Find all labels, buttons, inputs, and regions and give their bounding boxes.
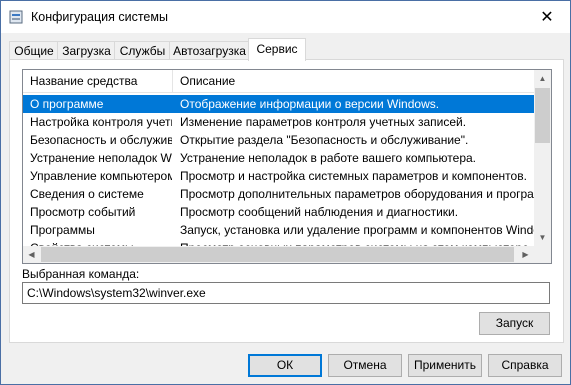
window-title: Конфигурация системы (31, 10, 168, 24)
tool-name: Сведения о системе (30, 187, 144, 201)
tool-row[interactable]: Просмотр событий Просмотр сообщений набл… (23, 203, 534, 221)
close-icon: ✕ (540, 9, 554, 26)
scroll-up-icon[interactable]: ▲ (534, 70, 551, 87)
launch-button[interactable]: Запуск (479, 312, 550, 335)
scrollbar-corner (534, 246, 551, 263)
tab-general[interactable]: Общие (9, 41, 59, 60)
tool-name: Программы (30, 223, 95, 237)
scroll-down-icon[interactable]: ▼ (534, 229, 551, 246)
apply-button[interactable]: Применить (408, 354, 482, 377)
tool-row[interactable]: Безопасность и обслужива... Открытие раз… (23, 131, 534, 149)
scroll-right-icon[interactable]: ▶ (517, 246, 534, 263)
vertical-scrollbar[interactable]: ▲ ▼ (534, 70, 551, 246)
tool-row[interactable]: Сведения о системе Просмотр дополнительн… (23, 185, 534, 203)
tool-row[interactable]: Управление компьютером Просмотр и настро… (23, 167, 534, 185)
system-configuration-window: Конфигурация системы ✕ Общие Загрузка Сл… (0, 0, 571, 385)
tool-name: Просмотр событий (30, 205, 136, 219)
tab-boot[interactable]: Загрузка (57, 41, 116, 60)
title-bar[interactable]: Конфигурация системы ✕ (1, 1, 570, 33)
msconfig-icon (9, 10, 23, 24)
tab-tools[interactable]: Сервис (248, 38, 306, 61)
close-button[interactable]: ✕ (524, 1, 570, 33)
tool-row[interactable]: Настройка контроля учетн... Изменение па… (23, 113, 534, 131)
scroll-left-icon[interactable]: ◀ (23, 246, 40, 263)
tool-description: Просмотр дополнительных параметров обору… (180, 187, 534, 201)
tool-name: О программе (30, 97, 104, 111)
column-header-name[interactable]: Название средства (23, 70, 173, 92)
list-header: Название средства Описание (23, 70, 534, 93)
tools-list[interactable]: Название средства Описание О программе О… (22, 69, 552, 264)
tool-row[interactable]: Программы Запуск, установка или удаление… (23, 221, 534, 239)
ok-button[interactable]: ОК (248, 354, 322, 377)
tool-description: Отображение информации о версии Windows. (180, 97, 440, 111)
selected-command-label: Выбранная команда: (22, 267, 140, 281)
tool-row[interactable]: О программе Отображение информации о вер… (23, 95, 534, 113)
tool-description: Изменение параметров контроля учетных за… (180, 115, 467, 129)
tab-services[interactable]: Службы (114, 41, 171, 60)
horizontal-scrollbar[interactable]: ◀ ▶ (23, 246, 534, 263)
vertical-scroll-thumb[interactable] (535, 88, 550, 143)
tool-row[interactable]: Устранение неполадок Wi... Устранение не… (23, 149, 534, 167)
tool-description: Просмотр сообщений наблюдения и диагност… (180, 205, 459, 219)
tool-name: Устранение неполадок Wi... (30, 151, 172, 165)
tool-name: Настройка контроля учетн... (30, 115, 172, 129)
tool-description: Открытие раздела "Безопасность и обслужи… (180, 133, 469, 147)
tool-name: Управление компьютером (30, 169, 172, 183)
tab-startup[interactable]: Автозагрузка (169, 41, 250, 60)
tool-name: Безопасность и обслужива... (30, 133, 172, 147)
horizontal-scroll-thumb[interactable] (41, 247, 514, 262)
help-button[interactable]: Справка (488, 354, 562, 377)
cancel-button[interactable]: Отмена (328, 354, 402, 377)
tool-description: Запуск, установка или удаление программ … (180, 223, 534, 237)
tool-description: Просмотр и настройка системных параметро… (180, 169, 527, 183)
tools-panel: Название средства Описание О программе О… (9, 59, 564, 343)
column-header-description[interactable]: Описание (174, 70, 534, 92)
tool-description: Устранение неполадок в работе вашего ком… (180, 151, 477, 165)
selected-command-field[interactable]: C:\Windows\system32\winver.exe (22, 282, 550, 304)
